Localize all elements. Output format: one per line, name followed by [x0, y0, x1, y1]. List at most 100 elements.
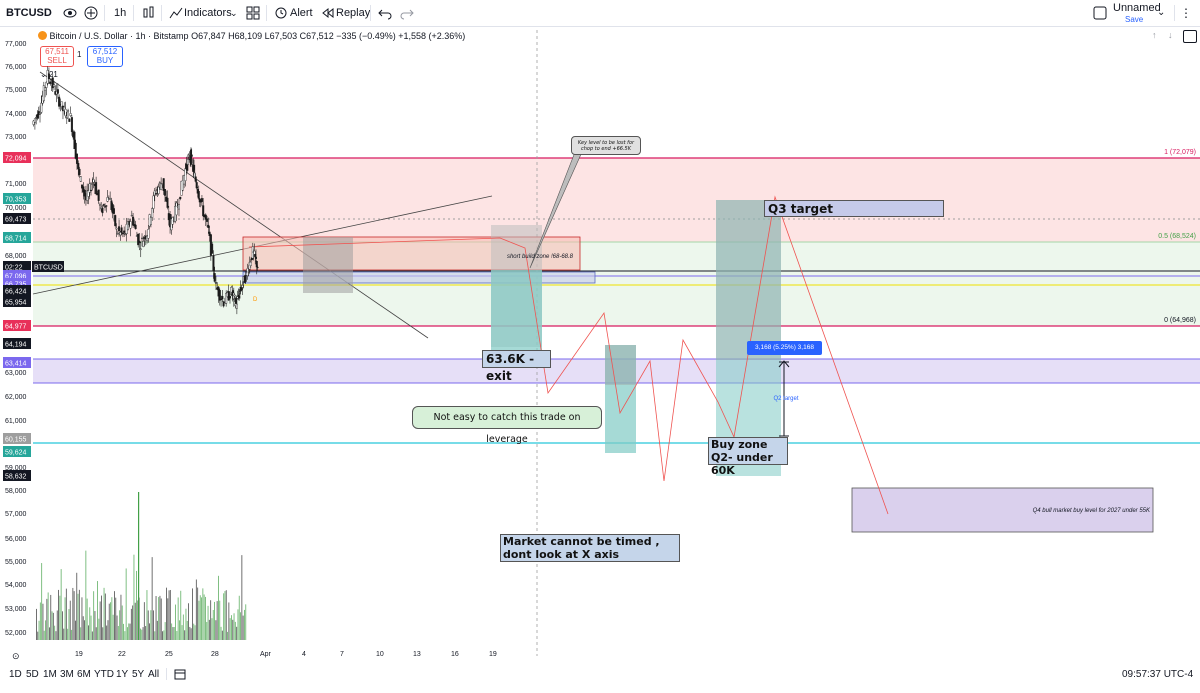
volume-bar [166, 587, 167, 640]
range-5y[interactable]: 5Y [132, 664, 144, 685]
key-level-callout[interactable]: Key level to be lost for chop to end +66… [571, 136, 641, 155]
candle-body [233, 294, 236, 297]
candle-body [211, 243, 214, 254]
price-badge: 66,424 [5, 289, 27, 296]
utc-clock[interactable]: 09:57:37 UTC-4 [1122, 664, 1193, 685]
alert-button[interactable]: Alert [290, 0, 313, 26]
range-6m[interactable]: 6M [77, 664, 91, 685]
alert-icon[interactable] [274, 0, 288, 26]
volume-bar [76, 572, 78, 640]
replay-button[interactable]: Replay [336, 0, 370, 26]
fib-zone [33, 242, 1200, 326]
range-5d[interactable]: 5D [26, 664, 39, 685]
candle-body [90, 189, 93, 192]
gray-trade-box[interactable] [605, 345, 636, 385]
calendar-icon[interactable] [174, 664, 186, 693]
volume-bar [220, 626, 222, 640]
volume-bar [89, 607, 91, 640]
candle-body [254, 256, 257, 260]
settings-icon[interactable]: ⊙ [12, 651, 20, 662]
range-1m[interactable]: 1M [43, 664, 57, 685]
volume-bar [36, 608, 37, 640]
volume-bar [49, 627, 50, 640]
candle-body [65, 117, 68, 119]
market-timing-label[interactable]: Market cannot be timed , dont look at X … [500, 534, 680, 562]
volume-bar [88, 625, 89, 640]
candle-body [153, 190, 156, 196]
volume-bar [238, 595, 240, 640]
volume-bar [71, 629, 72, 640]
candle-body [95, 182, 98, 195]
chevron-down-icon[interactable]: ⌄ [1157, 0, 1165, 26]
volume-bar [51, 611, 53, 640]
volume-bar [233, 613, 235, 640]
templates-icon[interactable] [246, 0, 260, 26]
measure-label[interactable]: 3,168 (5.25%) 3,168 [747, 341, 822, 355]
price-tick: 73,000 [5, 134, 27, 141]
volume-bar [58, 589, 59, 640]
candle-body [235, 303, 238, 309]
volume-bar [81, 597, 83, 640]
volume-bar [123, 623, 124, 640]
q3-target-label[interactable]: Q3 target [764, 200, 944, 217]
exit-label[interactable]: 63.6K -exit [482, 350, 551, 383]
maximize-icon[interactable] [1183, 30, 1197, 43]
range-ytd[interactable]: YTD [94, 664, 114, 685]
volume-bar [82, 616, 84, 640]
volume-bar [211, 618, 213, 640]
undo-icon[interactable] [378, 0, 392, 26]
range-3m[interactable]: 3M [60, 664, 74, 685]
symbol-tag: BTCUSD [34, 265, 63, 272]
price-tick: 74,000 [5, 111, 27, 118]
price-tick: 70,000 [5, 205, 27, 212]
volume-bar [195, 579, 197, 640]
range-all[interactable]: All [148, 664, 159, 685]
volume-bar [244, 609, 245, 640]
price-tick: 54,000 [5, 582, 27, 589]
indicators-button[interactable]: Indicators [184, 0, 232, 26]
volume-bar [205, 596, 206, 640]
volume-bar [218, 575, 219, 640]
gray-box[interactable] [303, 237, 353, 293]
candle-type-icon[interactable] [142, 0, 156, 26]
buy-zone-label[interactable]: Buy zone Q2- under 60K [708, 437, 788, 477]
volume-bar [94, 611, 96, 640]
indicators-icon[interactable] [169, 0, 183, 26]
range-1d[interactable]: 1D [9, 664, 22, 685]
dividend-marker: D [253, 297, 258, 303]
volume-bar [189, 626, 191, 640]
q4-note-label: Q4 bull market buy level for 2027 under … [1033, 508, 1151, 514]
q2-gray-box[interactable] [716, 200, 781, 360]
volume-bar [171, 623, 173, 640]
volume-bar [197, 587, 199, 640]
price-tick: 63,000 [5, 370, 27, 377]
symbol-search[interactable]: BTCUSD [6, 0, 52, 26]
volume-bar [231, 615, 232, 640]
arrow-down-icon[interactable]: ↓ [1168, 30, 1173, 40]
time-axis[interactable]: ⊙ 19 22 25 28 Apr 4 7 10 13 16 19 [0, 651, 1200, 664]
eye-icon[interactable] [63, 0, 77, 26]
more-icon[interactable]: ⋮ [1180, 0, 1192, 26]
redo-icon[interactable] [400, 0, 414, 26]
time-tick: 25 [165, 651, 173, 658]
volume-bar [119, 610, 121, 640]
volume-bar [97, 581, 98, 640]
chevron-down-icon[interactable]: ⌄ [230, 0, 238, 26]
leverage-note-label[interactable]: Not easy to catch this trade on leverage [412, 406, 602, 445]
candle-body [138, 240, 141, 244]
range-1y[interactable]: 1Y [116, 664, 128, 685]
replay-icon[interactable] [321, 0, 335, 26]
add-symbol-icon[interactable] [84, 0, 98, 26]
volume-bar [169, 589, 171, 640]
interval-button[interactable]: 1h [114, 0, 126, 26]
layout-checkbox-icon[interactable] [1093, 0, 1107, 26]
candle-body [134, 224, 137, 230]
candle-body [228, 296, 231, 299]
purple-range-box[interactable] [242, 271, 596, 284]
volume-bar [206, 621, 208, 640]
volume-bar [141, 629, 143, 640]
volume-bar [175, 604, 176, 640]
volume-bar [72, 587, 74, 640]
volume-bar [73, 591, 75, 640]
arrow-up-icon[interactable]: ↑ [1152, 30, 1157, 40]
